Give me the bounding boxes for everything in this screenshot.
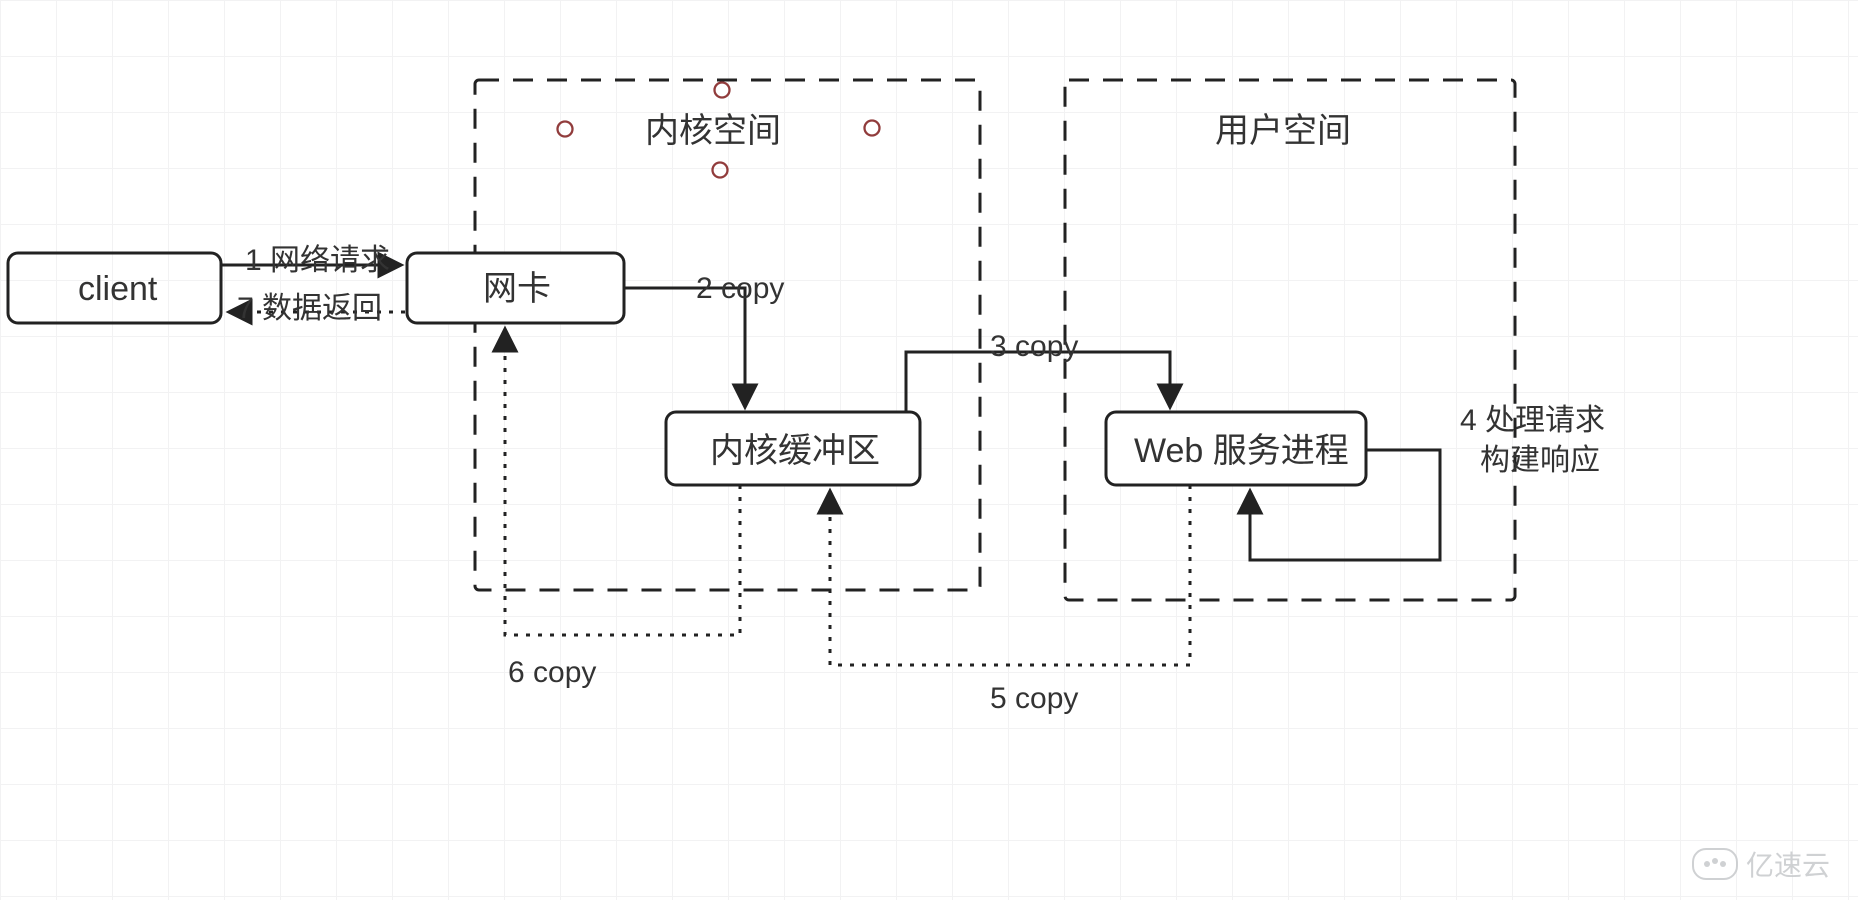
- decorative-circle: [713, 163, 728, 178]
- node-kernel-buffer-label: 内核缓冲区: [710, 430, 880, 473]
- edge-4-label-b: 构建响应: [1480, 442, 1600, 480]
- edge-3-label: 3 copy: [990, 328, 1078, 366]
- edge-6-label: 6 copy: [508, 654, 596, 692]
- group-user-space-label: 用户空间: [1215, 110, 1351, 153]
- edge-2-label: 2 copy: [696, 270, 784, 308]
- watermark-logo-icon: [1692, 848, 1738, 880]
- group-kernel-space-label: 内核空间: [645, 110, 781, 153]
- edge-5-label: 5 copy: [990, 680, 1078, 718]
- node-client-label: client: [78, 268, 157, 311]
- watermark-text: 亿速云: [1746, 844, 1830, 884]
- decorative-circle: [865, 121, 880, 136]
- diagram-canvas: 内核空间 用户空间 client 网卡 内核缓冲区 Web 服务进程 1 网络请…: [0, 0, 1858, 900]
- edge-1-label: 1 网络请求: [245, 242, 390, 280]
- edge-7-label: 7 数据返回: [237, 290, 382, 328]
- node-web-process-label: Web 服务进程: [1134, 430, 1349, 473]
- decorative-circle: [558, 122, 573, 137]
- decorative-circle: [715, 83, 730, 98]
- group-user-space: [1065, 80, 1515, 600]
- edge-4-label-a: 4 处理请求: [1460, 402, 1605, 440]
- group-kernel-space: [475, 80, 980, 590]
- watermark: 亿速云: [1692, 844, 1830, 884]
- node-nic-label: 网卡: [483, 268, 551, 311]
- edge-5: [830, 485, 1190, 665]
